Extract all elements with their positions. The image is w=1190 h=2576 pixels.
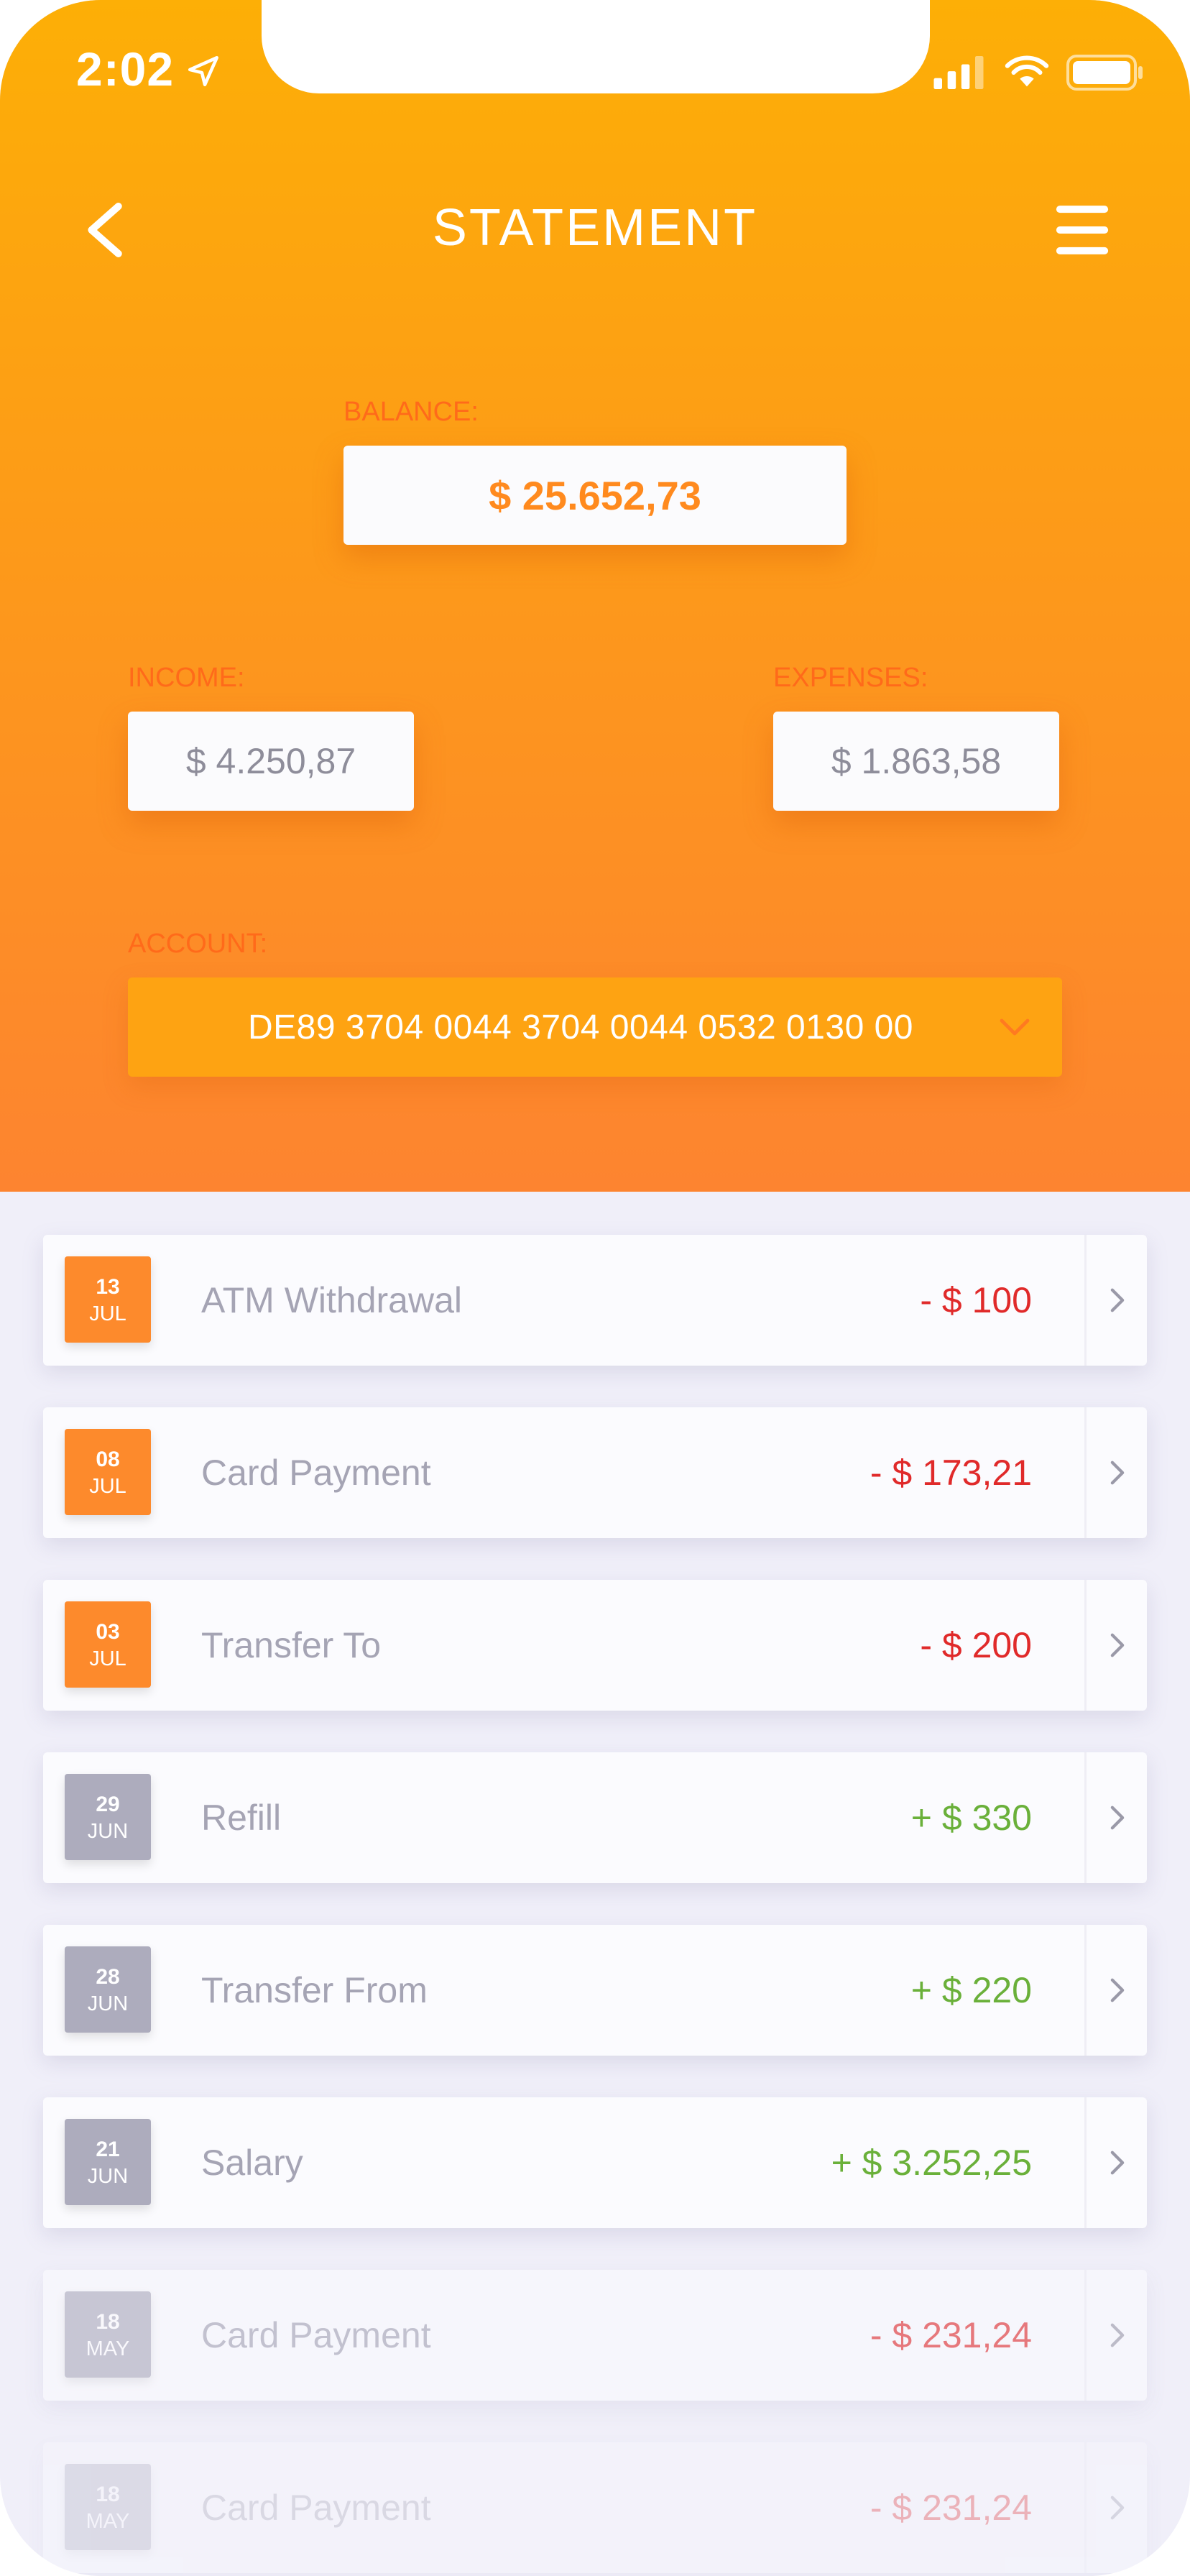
chevron-right-icon [1110,1806,1125,1830]
transaction-title: Transfer From [201,1970,428,2010]
header-panel: 2:02 STATEMENT BALANCE: $ 25.652,73 INCO… [0,0,1190,1192]
transaction-row[interactable]: 18 MAY Card Payment - $ 231,24 [43,2270,1147,2401]
chevron-down-icon [1000,1018,1030,1036]
transaction-amount: + $ 3.252,25 [831,2143,1032,2183]
cellular-signal-icon [933,56,984,89]
hamburger-menu-icon[interactable] [1055,201,1110,259]
transaction-row[interactable]: 08 JUL Card Payment - $ 173,21 [43,1407,1147,1538]
transaction-amount: - $ 100 [920,1280,1032,1320]
date-badge: 28 JUN [65,1946,151,2033]
date-month: JUL [89,1302,126,1325]
chevron-right-icon [1110,2323,1125,2347]
date-day: 28 [96,1965,120,1989]
date-badge: 03 JUL [65,1601,151,1688]
transaction-amount: - $ 173,21 [870,1453,1032,1493]
transaction-amount: - $ 231,24 [870,2488,1032,2528]
device-notch [262,0,930,93]
date-day: 18 [96,2310,120,2334]
expenses-label: EXPENSES: [773,663,928,693]
transaction-row[interactable]: 21 JUN Salary + $ 3.252,25 [43,2097,1147,2228]
date-month: JUN [87,1820,129,1843]
date-badge: 13 JUL [65,1256,151,1343]
transaction-amount: + $ 220 [910,1970,1032,2010]
transaction-title: Salary [201,2143,303,2183]
transaction-amount: - $ 231,24 [870,2315,1032,2355]
transaction-amount: - $ 200 [920,1625,1032,1665]
row-divider [1084,1407,1087,1538]
transaction-row[interactable]: 18 MAY Card Payment - $ 231,24 [43,2442,1147,2573]
row-divider [1084,1580,1087,1711]
transaction-list: 13 JUL ATM Withdrawal - $ 100 08 JUL Car… [43,1235,1147,2576]
account-select[interactable]: DE89 3704 0044 3704 0044 0532 0130 00 [128,978,1062,1077]
chevron-right-icon [1110,1978,1125,2002]
battery-icon [1066,55,1143,91]
wifi-icon [1005,55,1049,87]
balance-label: BALANCE: [343,397,479,427]
transaction-title: Card Payment [201,2315,431,2355]
row-divider [1084,2270,1087,2401]
transaction-title: Refill [201,1798,282,1838]
date-month: JUN [87,1992,129,2015]
row-divider [1084,1235,1087,1366]
row-divider [1084,1752,1087,1883]
date-day: 18 [96,2483,120,2506]
chevron-right-icon [1110,1633,1125,1657]
account-label: ACCOUNT: [128,929,268,959]
transaction-amount: + $ 330 [910,1798,1032,1838]
date-month: MAY [86,2337,130,2360]
transaction-title: Card Payment [201,2488,431,2528]
balance-value: $ 25.652,73 [489,472,701,518]
date-badge: 08 JUL [65,1429,151,1515]
account-number: DE89 3704 0044 3704 0044 0532 0130 00 [248,1008,913,1046]
date-day: 03 [96,1620,120,1644]
status-time: 2:02 [76,42,175,96]
page-title: STATEMENT [432,199,758,257]
chevron-right-icon [1110,1460,1125,1485]
date-month: JUL [89,1647,126,1670]
date-month: JUN [87,2165,129,2188]
income-label: INCOME: [128,663,245,693]
phone-screen: 2:02 STATEMENT BALANCE: $ 25.652,73 INCO… [0,0,1190,2576]
transaction-title: Transfer To [201,1625,382,1665]
date-month: MAY [86,2510,130,2533]
chevron-right-icon [1110,1288,1125,1312]
transaction-title: Card Payment [201,1453,431,1493]
income-value: $ 4.250,87 [185,741,356,781]
row-divider [1084,2442,1087,2573]
date-day: 21 [96,2138,120,2161]
row-divider [1084,1925,1087,2056]
expenses-value: $ 1.863,58 [831,741,1002,781]
date-day: 13 [96,1275,120,1299]
transaction-row[interactable]: 29 JUN Refill + $ 330 [43,1752,1147,1883]
income-box: $ 4.250,87 [128,712,414,811]
transaction-row[interactable]: 28 JUN Transfer From + $ 220 [43,1925,1147,2056]
row-divider [1084,2097,1087,2228]
transaction-row[interactable]: 03 JUL Transfer To - $ 200 [43,1580,1147,1711]
date-badge: 29 JUN [65,1774,151,1860]
transaction-row[interactable]: 13 JUL ATM Withdrawal - $ 100 [43,1235,1147,1366]
expenses-box: $ 1.863,58 [773,712,1059,811]
balance-box: $ 25.652,73 [343,446,847,545]
date-badge: 21 JUN [65,2119,151,2205]
transaction-title: ATM Withdrawal [201,1280,463,1320]
chevron-right-icon [1110,2496,1125,2520]
date-badge: 18 MAY [65,2464,151,2550]
date-month: JUL [89,1475,126,1498]
date-day: 29 [96,1793,120,1816]
date-day: 08 [96,1448,120,1471]
date-badge: 18 MAY [65,2291,151,2378]
chevron-right-icon [1110,2150,1125,2175]
location-arrow-icon [188,55,219,87]
